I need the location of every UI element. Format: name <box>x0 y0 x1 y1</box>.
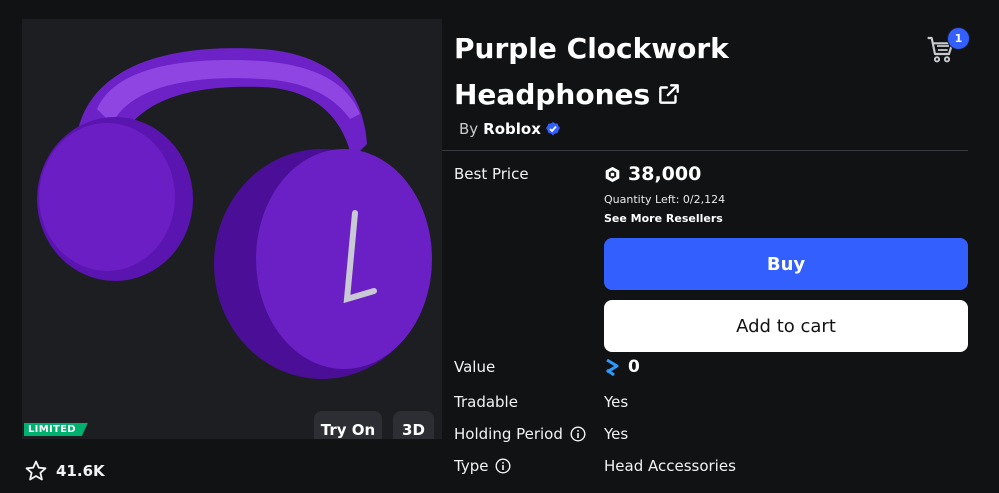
see-more-resellers-link[interactable]: See More Resellers <box>604 212 723 225</box>
external-link-icon[interactable] <box>656 81 682 107</box>
type-value: Head Accessories <box>604 457 736 475</box>
type-label: Type <box>454 457 511 475</box>
creator-line: By Roblox <box>459 120 561 138</box>
best-price-label: Best Price <box>454 165 529 183</box>
star-icon[interactable] <box>24 459 48 483</box>
holding-period-label-text: Holding Period <box>454 425 563 443</box>
tradable-value: Yes <box>604 393 629 411</box>
tradable-label-text: Tradable <box>454 393 518 411</box>
holding-period-value: Yes <box>604 425 629 443</box>
headphones-image <box>37 48 432 379</box>
rolimons-value-icon <box>606 358 619 376</box>
price: 38,000 <box>604 163 701 185</box>
value-label: Value <box>454 358 495 376</box>
item-thumbnail: Try On 3D LIMITED <box>22 19 442 439</box>
tradable-label: Tradable <box>454 393 518 411</box>
favorites-count: 41.6K <box>56 462 105 480</box>
cart-count-badge: 1 <box>947 27 970 50</box>
by-prefix: By <box>459 120 479 138</box>
cart-button[interactable]: 1 <box>925 27 970 64</box>
value-label-text: Value <box>454 358 496 376</box>
value-field: 0 <box>604 357 640 377</box>
add-to-cart-button[interactable]: Add to cart <box>604 300 968 352</box>
title-line-1: Purple Clockwork <box>454 32 729 65</box>
verified-badge-icon <box>545 122 560 136</box>
best-price-label-text: Best Price <box>454 165 529 183</box>
view-3d-button[interactable]: 3D <box>393 411 434 439</box>
type-label-text: Type <box>454 457 489 475</box>
limited-badge: LIMITED <box>24 423 88 436</box>
quantity-left: Quantity Left: 0/2,124 <box>604 193 726 206</box>
creator-link[interactable]: Roblox <box>483 120 541 138</box>
info-icon[interactable] <box>570 426 586 442</box>
price-value: 38,000 <box>628 163 702 185</box>
title-line-2: Headphones <box>454 78 651 111</box>
section-divider <box>442 150 968 151</box>
value-number: 0 <box>628 357 640 377</box>
favorite-control[interactable]: 41.6K <box>24 459 105 483</box>
try-on-button[interactable]: Try On <box>314 411 382 439</box>
item-title: Purple Clockwork Headphones <box>454 26 884 118</box>
robux-icon <box>605 166 620 182</box>
buy-button[interactable]: Buy <box>604 238 968 290</box>
info-icon[interactable] <box>495 458 511 474</box>
holding-period-label: Holding Period <box>454 425 586 443</box>
